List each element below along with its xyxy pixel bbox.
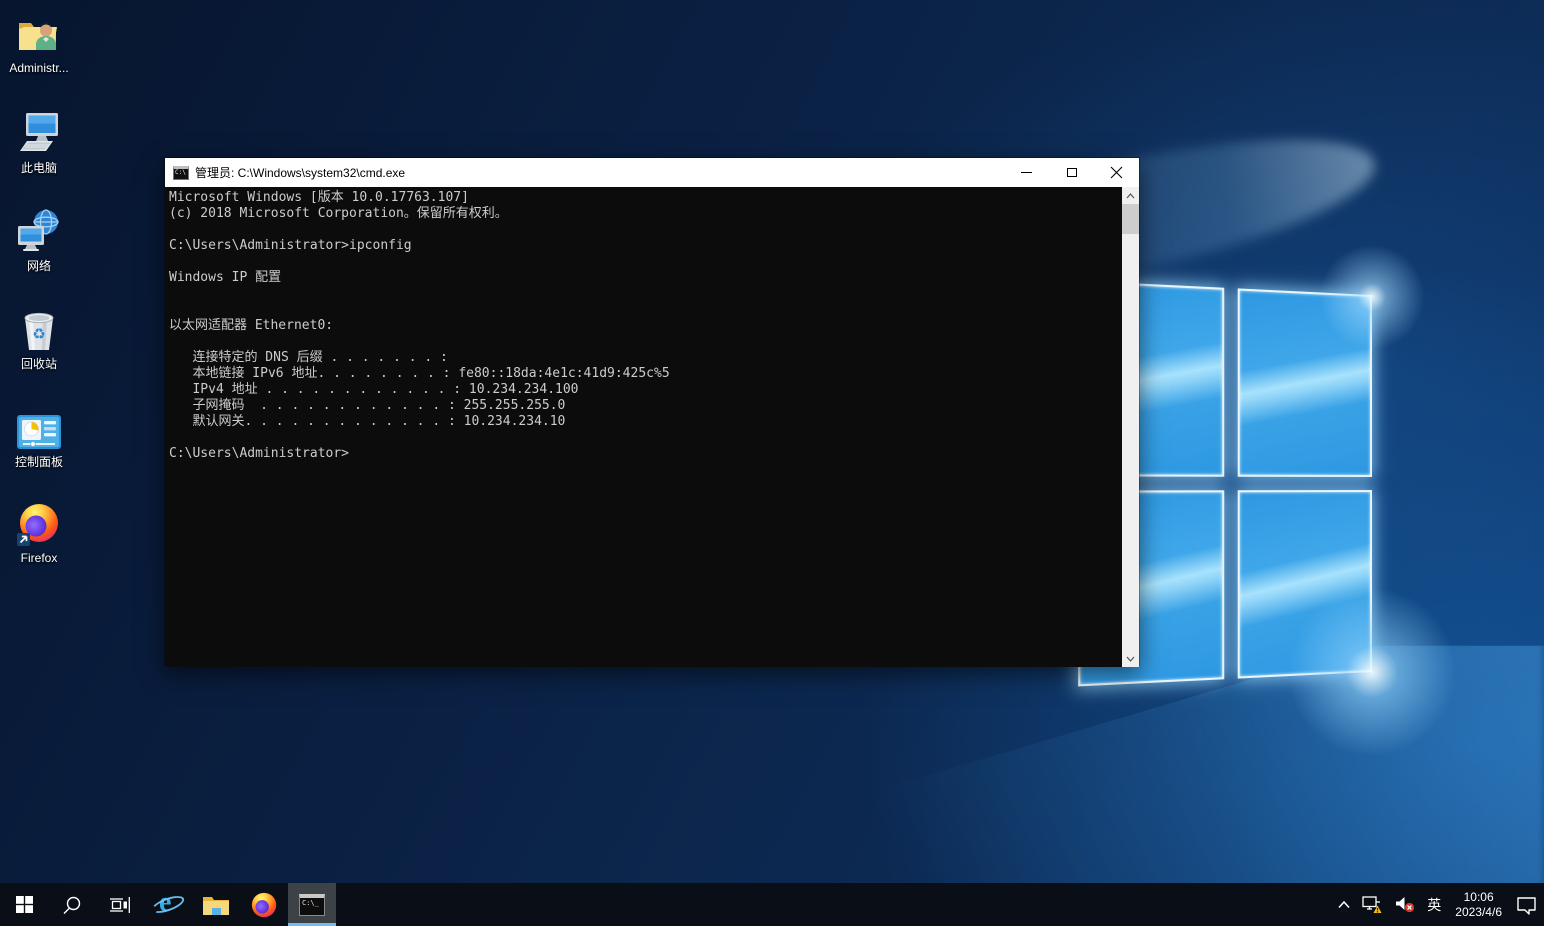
file-explorer-icon (202, 894, 230, 916)
maximize-button[interactable] (1049, 158, 1094, 187)
network-icon (16, 204, 62, 254)
firefox-button[interactable] (240, 883, 288, 926)
this-pc-icon (16, 106, 62, 156)
cmd-console[interactable]: Microsoft Windows [版本 10.0.17763.107] (c… (165, 187, 1139, 667)
clock-date: 2023/4/6 (1455, 905, 1502, 920)
scrollbar-thumb[interactable] (1122, 204, 1139, 234)
windows-logo-icon (16, 896, 33, 913)
task-view-button[interactable] (96, 883, 144, 926)
start-button[interactable] (0, 883, 48, 926)
scrollbar-track[interactable] (1122, 234, 1139, 650)
recycle-bin-icon: ♻ (17, 302, 61, 352)
network-status-button[interactable] (1359, 883, 1387, 926)
clock-time: 10:06 (1455, 890, 1502, 905)
firefox-icon (250, 891, 278, 919)
taskbar: e (0, 883, 1544, 926)
file-explorer-button[interactable] (192, 883, 240, 926)
svg-text:♻: ♻ (32, 325, 45, 343)
maximize-icon (1067, 168, 1077, 177)
input-language-indicator[interactable]: 英 (1424, 883, 1444, 926)
volume-muted-icon (1395, 896, 1416, 913)
control-panel-icon (16, 400, 62, 450)
cmd-icon (299, 894, 325, 916)
network-warning-icon (1362, 895, 1384, 914)
cmd-taskbar-button[interactable] (288, 883, 336, 926)
desktop-icon-label: 此电脑 (21, 159, 57, 176)
console-scrollbar[interactable] (1122, 187, 1139, 667)
desktop-icon-network[interactable]: 网络 (6, 204, 72, 294)
chevron-down-icon (1126, 656, 1135, 662)
desktop-icon-label: Firefox (21, 551, 58, 565)
minimize-button[interactable] (1004, 158, 1049, 187)
desktop-icon-firefox[interactable]: Firefox (6, 498, 72, 588)
task-view-icon (110, 896, 130, 914)
minimize-icon (1021, 172, 1032, 173)
cmd-window-title: 管理员: C:\Windows\system32\cmd.exe (195, 164, 1004, 181)
firefox-icon (16, 498, 62, 548)
taskbar-clock[interactable]: 10:06 2023/4/6 (1449, 890, 1508, 920)
desktop-icon-column: Administr... 此电脑 (6, 8, 72, 596)
internet-explorer-icon: e (152, 890, 184, 920)
desktop-icon-label: 回收站 (21, 355, 57, 372)
system-tray: 英 10:06 2023/4/6 (1334, 883, 1540, 926)
logo-pane-top-right (1237, 288, 1372, 477)
scroll-up-button[interactable] (1122, 187, 1139, 204)
logo-pane-bottom-right (1237, 490, 1372, 679)
chevron-up-icon (1337, 899, 1351, 910)
console-output[interactable]: Microsoft Windows [版本 10.0.17763.107] (c… (165, 187, 1122, 667)
search-icon (62, 895, 82, 915)
action-center-button[interactable] (1513, 883, 1540, 926)
desktop-icon-recycle-bin[interactable]: ♻ 回收站 (6, 302, 72, 392)
chevron-up-icon (1126, 193, 1135, 199)
desktop-icon-label: 控制面板 (15, 453, 63, 470)
desktop-icon-label: 网络 (27, 257, 51, 274)
scroll-down-button[interactable] (1122, 650, 1139, 667)
search-button[interactable] (48, 883, 96, 926)
desktop-icon-this-pc[interactable]: 此电脑 (6, 106, 72, 196)
desktop-icon-control-panel[interactable]: 控制面板 (6, 400, 72, 490)
desktop-icon-administrator[interactable]: Administr... (6, 8, 72, 98)
volume-button[interactable] (1392, 883, 1419, 926)
cmd-icon (173, 166, 189, 180)
cmd-window-titlebar[interactable]: 管理员: C:\Windows\system32\cmd.exe (165, 158, 1139, 187)
close-button[interactable] (1094, 158, 1139, 187)
cmd-window: 管理员: C:\Windows\system32\cmd.exe Microso… (164, 157, 1140, 666)
action-center-icon (1516, 895, 1537, 915)
user-folder-icon (16, 8, 62, 58)
internet-explorer-button[interactable]: e (144, 883, 192, 926)
desktop-icon-label: Administr... (9, 61, 68, 75)
show-hidden-icons-button[interactable] (1334, 883, 1354, 926)
close-icon (1110, 166, 1123, 179)
